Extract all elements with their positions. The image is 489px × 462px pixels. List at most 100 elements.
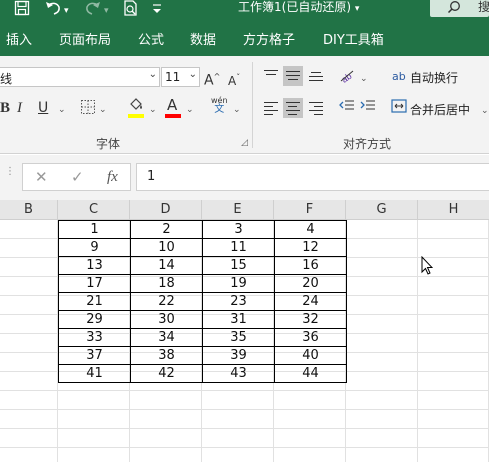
phonetic-dropdown-icon[interactable]: ⌄: [233, 101, 241, 119]
cell[interactable]: 34: [130, 328, 203, 347]
cell[interactable]: 1: [58, 220, 131, 239]
cell[interactable]: 41: [58, 364, 131, 383]
spreadsheet-grid[interactable]: B C D E F G H 1234 9 10 11 12 13 14 15 16 17 18…: [0, 200, 489, 462]
merge-dropdown-icon[interactable]: ⌄: [481, 102, 489, 120]
border-dropdown-icon[interactable]: ⌄: [99, 101, 107, 119]
undo-icon[interactable]: [44, 0, 62, 18]
cell[interactable]: 36: [274, 328, 347, 347]
cell[interactable]: 13: [58, 256, 131, 275]
print-preview-icon[interactable]: [122, 0, 140, 18]
align-left-icon[interactable]: [264, 102, 278, 118]
align-top-icon[interactable]: [264, 70, 278, 82]
font-color-button[interactable]: A: [167, 96, 177, 114]
shrink-font-button[interactable]: Aˇ: [228, 69, 240, 90]
increase-indent-icon[interactable]: [360, 99, 376, 118]
tab-formulas[interactable]: 公式: [138, 29, 164, 48]
cell[interactable]: 21: [58, 292, 131, 311]
cell[interactable]: 31: [202, 310, 275, 329]
column-header-f[interactable]: F: [274, 200, 346, 220]
orientation-icon[interactable]: ab: [339, 67, 357, 88]
column-header-b[interactable]: B: [0, 200, 58, 220]
border-icon[interactable]: [80, 99, 96, 120]
bold-button[interactable]: B: [0, 99, 10, 117]
underline-dropdown-icon[interactable]: ⌄: [58, 101, 66, 119]
customize-qat-icon[interactable]: [152, 1, 162, 19]
orientation-dropdown-icon[interactable]: ⌄: [360, 70, 368, 88]
cell[interactable]: 43: [202, 364, 275, 383]
cancel-icon[interactable]: ✕: [35, 168, 48, 186]
grid-line: [0, 390, 489, 391]
redo-dropdown-icon[interactable]: ▾: [104, 3, 109, 21]
cell[interactable]: 24: [274, 292, 347, 311]
cell[interactable]: 12: [274, 238, 347, 257]
cell[interactable]: 11: [202, 238, 275, 257]
grow-font-button[interactable]: A^: [204, 68, 220, 90]
formula-input[interactable]: 1: [136, 163, 489, 191]
font-dialog-launcher-icon[interactable]: ◿: [241, 138, 248, 148]
underline-button[interactable]: U: [38, 99, 48, 117]
phonetic-guide-button[interactable]: wén 文: [211, 96, 228, 115]
fill-color-dropdown-icon[interactable]: ⌄: [149, 101, 157, 119]
cell[interactable]: 2: [130, 220, 203, 239]
title-dropdown-icon[interactable]: ▾: [355, 4, 360, 14]
tab-page-layout[interactable]: 页面布局: [59, 29, 111, 48]
align-middle-icon[interactable]: [286, 71, 300, 83]
decrease-indent-icon[interactable]: [339, 99, 355, 118]
cell[interactable]: 17: [58, 274, 131, 293]
cell[interactable]: 37: [58, 346, 131, 365]
cell[interactable]: 40: [274, 346, 347, 365]
cell[interactable]: 4: [274, 220, 347, 239]
cell[interactable]: 10: [130, 238, 203, 257]
font-name-select[interactable]: 等线 ⌄: [0, 67, 160, 87]
cell[interactable]: 20: [274, 274, 347, 293]
cell[interactable]: 14: [130, 256, 203, 275]
cell[interactable]: 18: [130, 274, 203, 293]
cell[interactable]: 3: [202, 220, 275, 239]
table-row: 1234: [58, 220, 347, 239]
column-header-g[interactable]: G: [346, 200, 418, 220]
tab-fangfang-gezi[interactable]: 方方格子: [243, 29, 295, 48]
enter-icon[interactable]: ✓: [71, 168, 84, 186]
cell[interactable]: 32: [274, 310, 347, 329]
cell[interactable]: 22: [130, 292, 203, 311]
cell[interactable]: 9: [58, 238, 131, 257]
column-header-c[interactable]: C: [58, 200, 130, 220]
shrink-font-letter: A: [228, 74, 237, 88]
font-color-dropdown-icon[interactable]: ⌄: [186, 101, 194, 119]
tab-insert[interactable]: 插入: [6, 29, 32, 48]
formula-controls: ✕ ✓ fx: [22, 163, 131, 191]
align-bottom-icon[interactable]: [309, 72, 323, 84]
cell[interactable]: 16: [274, 256, 347, 275]
tab-data[interactable]: 数据: [190, 29, 216, 48]
cell[interactable]: 33: [58, 328, 131, 347]
font-size-select[interactable]: 11 ⌄: [161, 67, 200, 87]
cell[interactable]: 42: [130, 364, 203, 383]
wrap-text-button[interactable]: 自动换行: [410, 69, 458, 86]
cell[interactable]: 19: [202, 274, 275, 293]
cell[interactable]: 30: [130, 310, 203, 329]
undo-dropdown-icon[interactable]: ▾: [64, 3, 69, 21]
save-icon[interactable]: [14, 0, 30, 18]
search-box[interactable]: 搜: [430, 0, 489, 17]
redo-icon[interactable]: [84, 0, 102, 18]
tab-diy-toolbox[interactable]: DIY工具箱: [323, 29, 384, 48]
align-right-icon[interactable]: [309, 102, 323, 118]
cell[interactable]: 35: [202, 328, 275, 347]
cell[interactable]: 39: [202, 346, 275, 365]
column-header-e[interactable]: E: [202, 200, 274, 220]
font-name-value: 等线: [0, 72, 13, 86]
cell[interactable]: 38: [130, 346, 203, 365]
column-header-h[interactable]: H: [418, 200, 489, 220]
cell[interactable]: 15: [202, 256, 275, 275]
column-header-d[interactable]: D: [130, 200, 202, 220]
wrap-text-icon[interactable]: ab: [392, 68, 406, 86]
grip-handle-icon[interactable]: ⋮: [5, 167, 15, 177]
merge-center-icon[interactable]: [391, 99, 407, 118]
cell[interactable]: 44: [274, 364, 347, 383]
insert-function-icon[interactable]: fx: [107, 169, 118, 186]
align-center-icon[interactable]: [286, 102, 300, 118]
merge-center-button[interactable]: 合并后居中: [410, 101, 470, 118]
italic-button[interactable]: I: [17, 99, 22, 117]
cell[interactable]: 23: [202, 292, 275, 311]
cell[interactable]: 29: [58, 310, 131, 329]
